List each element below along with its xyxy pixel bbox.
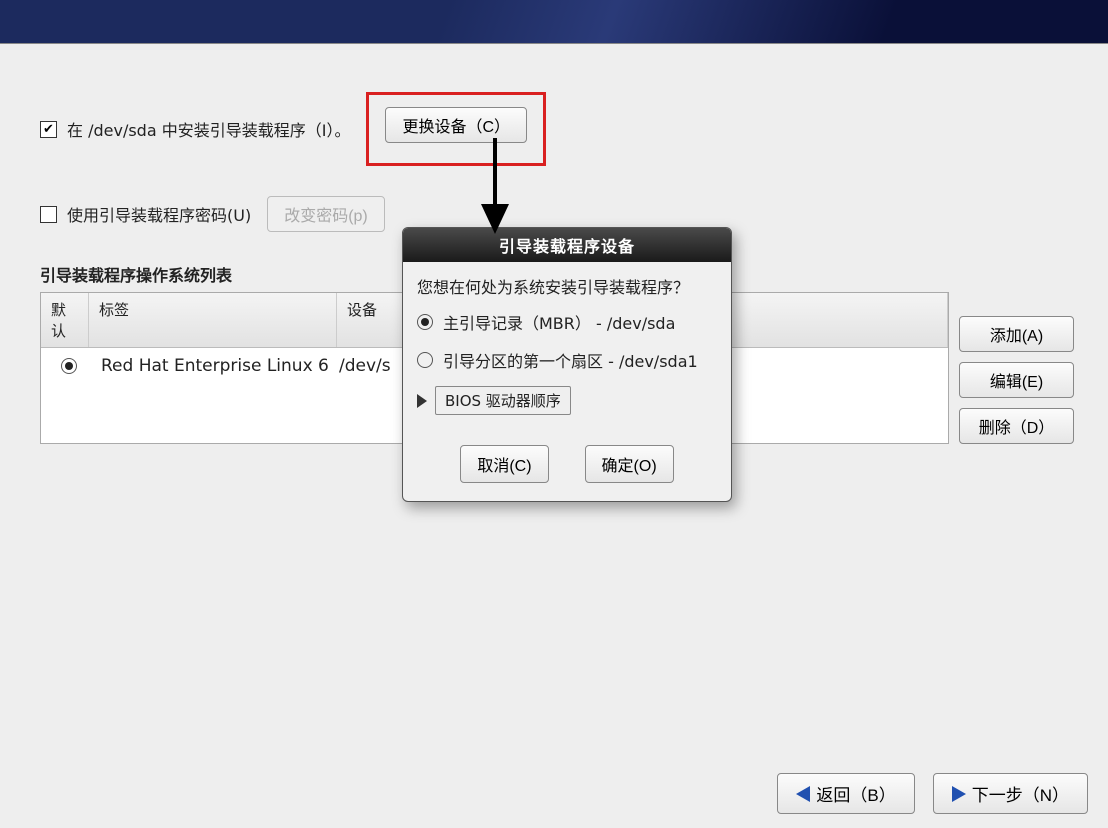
wizard-footer: 返回（B） 下一步（N） [777,773,1088,814]
default-radio[interactable] [61,358,77,374]
bootloader-device-dialog: 引导装载程序设备 您想在何处为系统安装引导装载程序？ 主引导记录（MBR） - … [402,227,732,502]
installer-header [0,0,1108,44]
change-password-button: 改变密码(p) [267,196,385,232]
next-button[interactable]: 下一步（N） [933,773,1088,814]
row-label: Red Hat Enterprise Linux 6 [101,356,339,376]
install-bootloader-checkbox[interactable] [40,121,57,138]
highlight-box: 更换设备（C） [366,92,546,166]
arrow-right-icon [952,786,966,802]
option-mbr[interactable]: 主引导记录（MBR） - /dev/sda [417,310,717,334]
dialog-question: 您想在何处为系统安装引导装载程序？ [417,274,717,298]
dialog-title: 引导装载程序设备 [403,228,731,262]
row-device: /dev/s [339,356,391,376]
radio-icon [417,314,433,330]
col-label[interactable]: 标签 [89,293,337,347]
cancel-button[interactable]: 取消(C) [460,445,548,483]
back-button[interactable]: 返回（B） [777,773,914,814]
add-button[interactable]: 添加(A) [959,316,1074,352]
arrow-left-icon [796,786,810,802]
expand-icon [417,394,427,408]
col-default[interactable]: 默认 [41,293,89,347]
option-first-sector[interactable]: 引导分区的第一个扇区 - /dev/sda1 [417,348,717,372]
bios-order-button[interactable]: BIOS 驱动器顺序 [435,386,571,415]
delete-button[interactable]: 删除（D） [959,408,1074,444]
use-password-label: 使用引导装载程序密码(U) [67,202,251,226]
bios-order-expander[interactable]: BIOS 驱动器顺序 [417,386,717,415]
change-device-button[interactable]: 更换设备（C） [385,107,527,143]
install-bootloader-label: 在 /dev/sda 中安装引导装载程序（I）。 [67,117,350,141]
radio-icon [417,352,433,368]
use-password-checkbox[interactable] [40,206,57,223]
edit-button[interactable]: 编辑(E) [959,362,1074,398]
ok-button[interactable]: 确定(O) [585,445,674,483]
